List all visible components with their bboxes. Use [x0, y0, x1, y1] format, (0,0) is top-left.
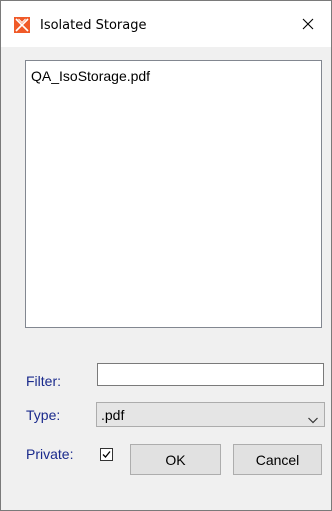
cancel-button[interactable]: Cancel: [233, 444, 322, 475]
type-label: Type:: [26, 407, 61, 423]
ok-button[interactable]: OK: [130, 444, 221, 475]
type-selected-value: .pdf: [101, 407, 125, 423]
file-list[interactable]: QA_IsoStorage.pdf: [25, 60, 322, 328]
filter-input[interactable]: [97, 363, 324, 386]
close-icon: [302, 15, 314, 34]
private-label: Private:: [26, 446, 74, 462]
app-icon: [14, 17, 30, 33]
title-bar[interactable]: Isolated Storage: [1, 1, 331, 47]
window-title: Isolated Storage: [40, 18, 147, 33]
isolated-storage-dialog: Isolated Storage QA_IsoStorage.pdf Filte…: [0, 0, 332, 511]
chevron-down-icon: [307, 410, 319, 424]
close-button[interactable]: [285, 1, 331, 47]
filter-label: Filter:: [26, 373, 61, 389]
private-checkbox[interactable]: [100, 448, 113, 461]
list-item[interactable]: QA_IsoStorage.pdf: [31, 68, 150, 84]
type-dropdown[interactable]: .pdf: [96, 402, 325, 427]
